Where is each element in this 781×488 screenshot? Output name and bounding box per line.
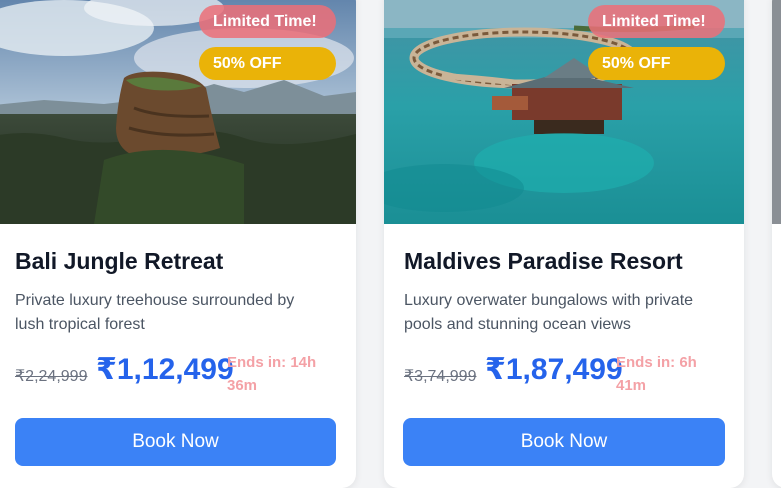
deal-image (772, 0, 781, 224)
deals-carousel: Limited Time! 50% OFF Bali Jungle Retrea… (0, 0, 781, 488)
deal-card[interactable]: Limited Time! 50% OFF Maldives Paradise … (384, 0, 744, 488)
original-price: ₹2,24,999 (15, 368, 88, 385)
limited-time-badge: Limited Time! (199, 5, 336, 38)
book-now-button[interactable]: Book Now (15, 418, 336, 466)
deal-card-partial[interactable] (772, 0, 781, 488)
deal-title: Bali Jungle Retreat (15, 248, 224, 274)
limited-time-badge: Limited Time! (588, 5, 725, 38)
countdown-timer: Ends in: 14h 36m (227, 354, 317, 394)
deal-card[interactable]: Limited Time! 50% OFF Bali Jungle Retrea… (0, 0, 356, 488)
deal-title: Maldives Paradise Resort (404, 248, 683, 274)
discount-badge: 50% OFF (588, 47, 725, 80)
deal-image: Limited Time! 50% OFF (0, 0, 356, 224)
countdown-timer: Ends in: 6h 41m (616, 354, 697, 394)
book-now-button[interactable]: Book Now (403, 418, 725, 466)
deal-image: Limited Time! 50% OFF (384, 0, 744, 224)
sale-price: ₹1,87,499 (485, 353, 623, 386)
sale-price: ₹1,12,499 (96, 353, 234, 386)
discount-badge: 50% OFF (199, 47, 336, 80)
deal-description: Luxury overwater bungalows with private … (404, 292, 694, 333)
original-price: ₹3,74,999 (404, 368, 477, 385)
deal-description: Private luxury treehouse surrounded by l… (15, 292, 295, 333)
